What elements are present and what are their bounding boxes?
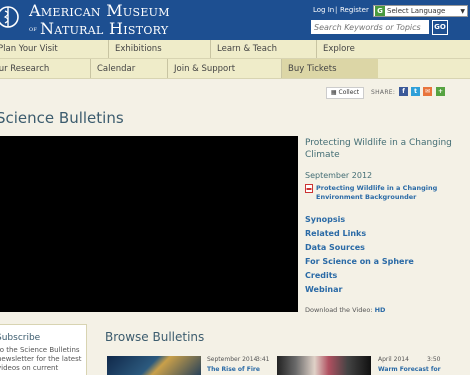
facebook-icon[interactable]: f xyxy=(399,87,408,96)
google-translate-icon: G xyxy=(375,6,385,16)
bulletin-date: April 2014 xyxy=(378,356,409,363)
twitter-icon[interactable]: t xyxy=(411,87,420,96)
subscribe-title[interactable]: Subscribe xyxy=(0,333,40,343)
download-hd-link[interactable]: HD xyxy=(375,306,386,314)
pdf-backgrounder-link[interactable]: Protecting Wildlife in a Changing Enviro… xyxy=(316,184,466,202)
logo-line-1: American Museum xyxy=(29,1,170,20)
science-on-sphere-link[interactable]: For Science on a Sphere xyxy=(305,257,414,266)
museum-logo-icon[interactable] xyxy=(0,0,22,40)
video-player[interactable] xyxy=(0,136,298,312)
synopsis-link[interactable]: Synopsis xyxy=(305,215,345,224)
util-separator: | xyxy=(335,6,338,14)
subscribe-text: to the Science Bulletins newsletter for … xyxy=(0,346,82,372)
chevron-down-icon: ▼ xyxy=(460,7,465,15)
nav-join-support[interactable]: Join & Support xyxy=(167,59,280,78)
download-label: Download the Video: xyxy=(305,306,373,314)
site-header: American Museum of Natural History Log In… xyxy=(0,0,470,40)
collect-button[interactable]: ▦ Collect xyxy=(326,87,364,99)
search-go-button[interactable]: GO xyxy=(432,20,448,35)
nav-buy-tickets[interactable]: Buy Tickets xyxy=(281,59,378,78)
download-video: Download the Video: HD xyxy=(305,306,385,314)
email-icon[interactable]: ✉ xyxy=(423,87,432,96)
nav-our-research[interactable]: Our Research xyxy=(0,59,88,78)
video-date: September 2012 xyxy=(305,171,373,180)
search-input[interactable] xyxy=(311,20,429,34)
browse-bulletins-title: Browse Bulletins xyxy=(105,330,205,344)
bulletin-title-link[interactable]: Warm Forecast for xyxy=(378,366,441,373)
secondary-nav: Our Research Calendar Join & Support Buy… xyxy=(0,59,470,79)
nav-plan-your-visit[interactable]: Plan Your Visit xyxy=(0,40,108,58)
bulletin-thumbnail[interactable] xyxy=(277,356,371,375)
data-sources-link[interactable]: Data Sources xyxy=(305,243,365,252)
logo-of: of xyxy=(29,25,38,33)
share-label: SHARE: xyxy=(371,89,396,96)
language-select[interactable]: G Select Language ▼ xyxy=(373,5,468,17)
bulletin-duration: 3:41 xyxy=(256,356,270,363)
page-title: Science Bulletins xyxy=(0,109,124,127)
credits-link[interactable]: Credits xyxy=(305,271,337,280)
pdf-icon xyxy=(305,184,313,193)
logo-line-2-text: Natural History xyxy=(40,19,169,38)
nav-exhibitions[interactable]: Exhibitions xyxy=(108,40,207,58)
collect-icon: ▦ xyxy=(330,89,337,96)
nav-learn-teach[interactable]: Learn & Teach xyxy=(210,40,312,58)
primary-nav: Plan Your Visit Exhibitions Learn & Teac… xyxy=(0,40,470,59)
bulletin-thumbnail[interactable] xyxy=(107,356,201,375)
language-label: Select Language xyxy=(387,7,446,15)
collect-label: Collect xyxy=(338,89,360,96)
bulletin-duration: 3:50 xyxy=(427,356,441,363)
bulletin-title-link[interactable]: The Rise of Fire xyxy=(207,366,260,373)
nav-calendar[interactable]: Calendar xyxy=(90,59,167,78)
share-more-icon[interactable]: + xyxy=(436,87,445,96)
museum-logo-text[interactable]: American Museum of Natural History xyxy=(29,3,170,37)
video-title: Protecting Wildlife in a Changing Climat… xyxy=(305,138,452,160)
related-links-link[interactable]: Related Links xyxy=(305,229,366,238)
logo-line-2: of Natural History xyxy=(29,21,170,37)
login-link[interactable]: Log In xyxy=(313,6,334,14)
nav-explore[interactable]: Explore xyxy=(316,40,470,58)
bulletin-date: September 2014 xyxy=(207,356,258,363)
register-link[interactable]: Register xyxy=(340,6,369,14)
webinar-link[interactable]: Webinar xyxy=(305,285,342,294)
